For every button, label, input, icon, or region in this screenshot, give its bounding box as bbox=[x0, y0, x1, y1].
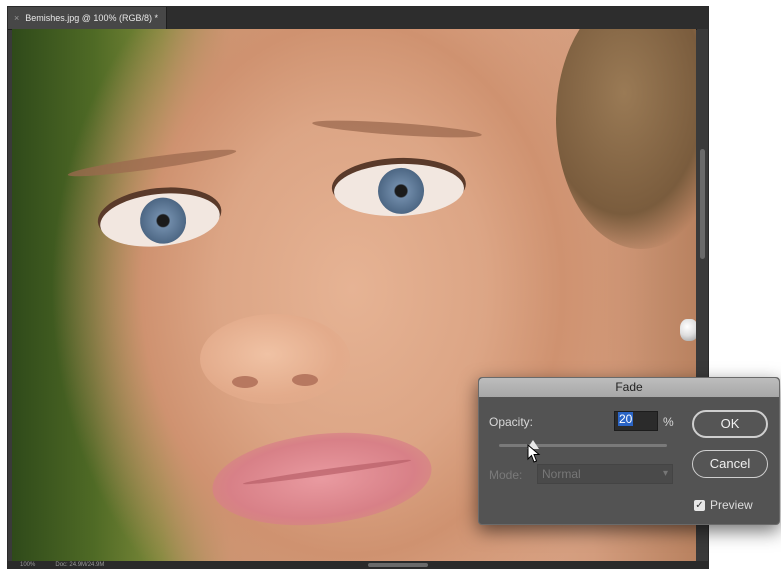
left-iris bbox=[137, 195, 189, 246]
right-iris bbox=[377, 167, 425, 215]
vertical-scroll-thumb[interactable] bbox=[700, 149, 705, 259]
mode-label: Mode: bbox=[489, 468, 523, 482]
right-eye bbox=[333, 161, 465, 219]
opacity-slider[interactable] bbox=[499, 440, 667, 449]
opacity-input[interactable]: 20 bbox=[614, 411, 658, 431]
close-icon[interactable]: × bbox=[14, 13, 19, 23]
document-tab-bar: × Bemishes.jpg @ 100% (RGB/8) * bbox=[8, 7, 708, 30]
zoom-level[interactable]: 100% bbox=[20, 562, 35, 568]
ok-button[interactable]: OK bbox=[692, 410, 768, 438]
left-eye bbox=[97, 187, 223, 253]
chevron-down-icon: ▾ bbox=[662, 468, 668, 479]
dialog-title: Fade bbox=[479, 378, 779, 397]
cancel-button[interactable]: Cancel bbox=[692, 450, 768, 478]
opacity-label: Opacity: bbox=[489, 415, 534, 429]
left-eyebrow bbox=[66, 145, 238, 181]
horizontal-scroll-thumb[interactable] bbox=[368, 563, 428, 567]
hair bbox=[556, 29, 696, 249]
earring bbox=[680, 319, 696, 341]
preview-checkbox[interactable]: ✓ bbox=[694, 500, 705, 511]
right-eyebrow bbox=[311, 117, 483, 141]
document-tab[interactable]: × Bemishes.jpg @ 100% (RGB/8) * bbox=[8, 7, 167, 29]
document-tab-title: Bemishes.jpg @ 100% (RGB/8) * bbox=[25, 13, 158, 23]
left-nostril bbox=[232, 376, 258, 388]
fade-dialog: Fade Opacity: 20 % Mode: Normal ▾ OK Can… bbox=[478, 377, 780, 525]
lips bbox=[207, 422, 437, 536]
preview-label[interactable]: Preview bbox=[710, 498, 753, 512]
nose bbox=[200, 314, 350, 404]
status-bar: 100% Doc: 24.9M/24.9M bbox=[8, 561, 708, 569]
mode-select[interactable]: Normal ▾ bbox=[537, 464, 673, 484]
percent-label: % bbox=[663, 415, 674, 429]
opacity-value: 20 bbox=[618, 412, 634, 426]
document-info[interactable]: Doc: 24.9M/24.9M bbox=[55, 562, 104, 568]
right-nostril bbox=[292, 374, 318, 386]
pointer-cursor-icon bbox=[527, 444, 541, 463]
mode-value: Normal bbox=[542, 467, 581, 481]
